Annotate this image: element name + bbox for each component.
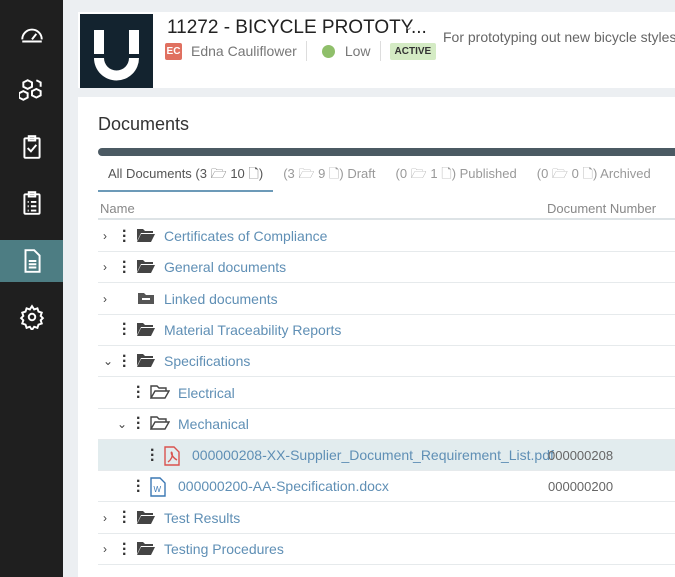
document-name-link[interactable]: Mechanical	[178, 416, 249, 432]
sidebar-item-dashboard[interactable]	[0, 14, 63, 56]
tab-draft[interactable]: (3 🗁 9 🗋) Draft	[273, 163, 385, 192]
document-name-link[interactable]: 000000200-AA-Specification.docx	[178, 478, 389, 494]
sidebar-item-documents[interactable]	[0, 240, 63, 282]
divider	[379, 41, 381, 61]
more-vertical-icon[interactable]: · · ·	[122, 536, 127, 562]
more-vertical-icon[interactable]: · · ·	[150, 442, 155, 468]
gear-icon	[19, 304, 44, 330]
folder-open-icon	[149, 384, 171, 402]
sidebar-item-tasks[interactable]	[0, 126, 63, 168]
document-name-link[interactable]: Electrical	[178, 385, 235, 401]
more-vertical-icon[interactable]: · · ·	[136, 411, 141, 437]
clipboard-check-icon	[22, 135, 41, 159]
owner-name: Edna Cauliflower	[191, 43, 297, 59]
folder-icon	[136, 540, 156, 558]
tab-published[interactable]: (0 🗁 1 🗋) Published	[386, 163, 527, 192]
panel-title: Documents	[98, 114, 190, 134]
chevron-right-icon[interactable]: ›	[103, 542, 107, 556]
status-badge: ACTIVE	[389, 42, 437, 60]
document-tabs: All Documents (3 🗁 10 🗋) (3 🗁 9 🗋) Draft…	[98, 163, 661, 192]
document-name-link[interactable]: Linked documents	[164, 291, 278, 307]
more-vertical-icon[interactable]: · · ·	[122, 223, 127, 249]
more-vertical-icon[interactable]: · · ·	[122, 348, 127, 374]
more-vertical-icon[interactable]: · · ·	[136, 380, 141, 406]
project-title[interactable]: 11272 - BICYCLE PROTOTY...	[167, 17, 427, 39]
more-vertical-icon[interactable]: · · ·	[122, 505, 127, 531]
column-header-document-number[interactable]: Document Number	[547, 201, 656, 216]
document-name-link[interactable]: Certificates of Compliance	[164, 228, 327, 244]
document-number: 000000208	[548, 447, 614, 463]
tab-archived[interactable]: (0 🗁 0 🗋) Archived	[527, 163, 661, 192]
document-name-link[interactable]: 000000208-XX-Supplier_Document_Requireme…	[192, 447, 554, 463]
table-row[interactable]: › · · · Test Results	[98, 503, 675, 534]
document-number: 000000200	[548, 478, 614, 494]
chevron-down-icon[interactable]: ⌄	[404, 20, 413, 33]
folder-icon	[136, 352, 156, 370]
progress-bar	[98, 148, 675, 156]
project-logo	[80, 14, 153, 88]
table-row[interactable]: › · · · General documents	[98, 252, 675, 284]
tab-all-documents[interactable]: All Documents (3 🗁 10 🗋)	[98, 163, 274, 192]
folder-icon	[136, 258, 156, 276]
chevron-right-icon[interactable]: ›	[103, 229, 107, 243]
sidebar-item-checklist[interactable]	[0, 182, 63, 224]
priority-dot-icon	[321, 44, 335, 58]
chevron-right-icon[interactable]: ›	[103, 260, 107, 274]
owner-avatar: EC	[165, 42, 182, 60]
clipboard-list-icon	[22, 191, 41, 215]
svg-text:W: W	[154, 485, 162, 494]
divider	[305, 41, 307, 61]
document-name-link[interactable]: Material Traceability Reports	[164, 322, 341, 338]
pdf-icon	[164, 446, 184, 466]
table-row[interactable]: · · · Material Traceability Reports	[98, 315, 675, 346]
chevron-down-icon[interactable]: ⌄	[103, 354, 113, 368]
priority-label: Low	[344, 43, 371, 59]
document-icon	[24, 249, 41, 273]
documents-panel: Documents All Documents (3 🗁 10 🗋) (3 🗁 …	[78, 97, 675, 577]
word-icon: W	[150, 477, 170, 498]
linked-icon	[136, 290, 156, 308]
table-row[interactable]: › · · · Certificates of Compliance	[98, 221, 675, 252]
sidebar	[0, 0, 63, 577]
chevron-down-icon[interactable]: ⌄	[117, 417, 127, 431]
divider	[98, 218, 675, 220]
more-vertical-icon[interactable]: · · ·	[122, 254, 127, 280]
project-description: For prototyping out new bicycle styles	[443, 29, 675, 45]
chevron-right-icon[interactable]: ›	[103, 511, 107, 525]
document-name-link[interactable]: Specifications	[164, 353, 250, 369]
more-vertical-icon[interactable]: · · ·	[122, 317, 127, 343]
chevron-right-icon[interactable]: ›	[103, 292, 107, 306]
folder-icon	[136, 509, 156, 527]
document-name-link[interactable]: Test Results	[164, 510, 240, 526]
table-row[interactable]: · · · 000000208-XX-Supplier_Document_Requir…	[98, 440, 675, 472]
speedometer-icon	[20, 28, 43, 43]
table-row[interactable]: ⌄ · · · Mechanical	[98, 409, 675, 440]
table-row[interactable]: › · · · Testing Procedures	[98, 534, 675, 565]
sidebar-item-settings[interactable]	[0, 296, 63, 338]
document-name-link[interactable]: General documents	[164, 259, 286, 275]
column-header-name[interactable]: Name	[100, 201, 135, 216]
sidebar-item-parts[interactable]	[0, 69, 63, 111]
table-row[interactable]: › Linked documents	[98, 284, 675, 315]
project-header: 11272 - BICYCLE PROTOTY... ⌄ EC Edna Cau…	[78, 12, 675, 88]
document-name-link[interactable]: Testing Procedures	[164, 541, 284, 557]
folder-open-icon	[149, 415, 171, 433]
cubes-icon	[18, 79, 42, 101]
table-row[interactable]: · · · Electrical	[98, 378, 675, 409]
table-row[interactable]: ⌄ · · · Specifications	[98, 346, 675, 378]
table-row[interactable]: · · · W 000000200-AA-Specification.docx 00000…	[98, 471, 675, 503]
folder-icon	[136, 321, 156, 339]
folder-icon	[136, 227, 156, 245]
more-vertical-icon[interactable]: · · ·	[136, 473, 141, 499]
